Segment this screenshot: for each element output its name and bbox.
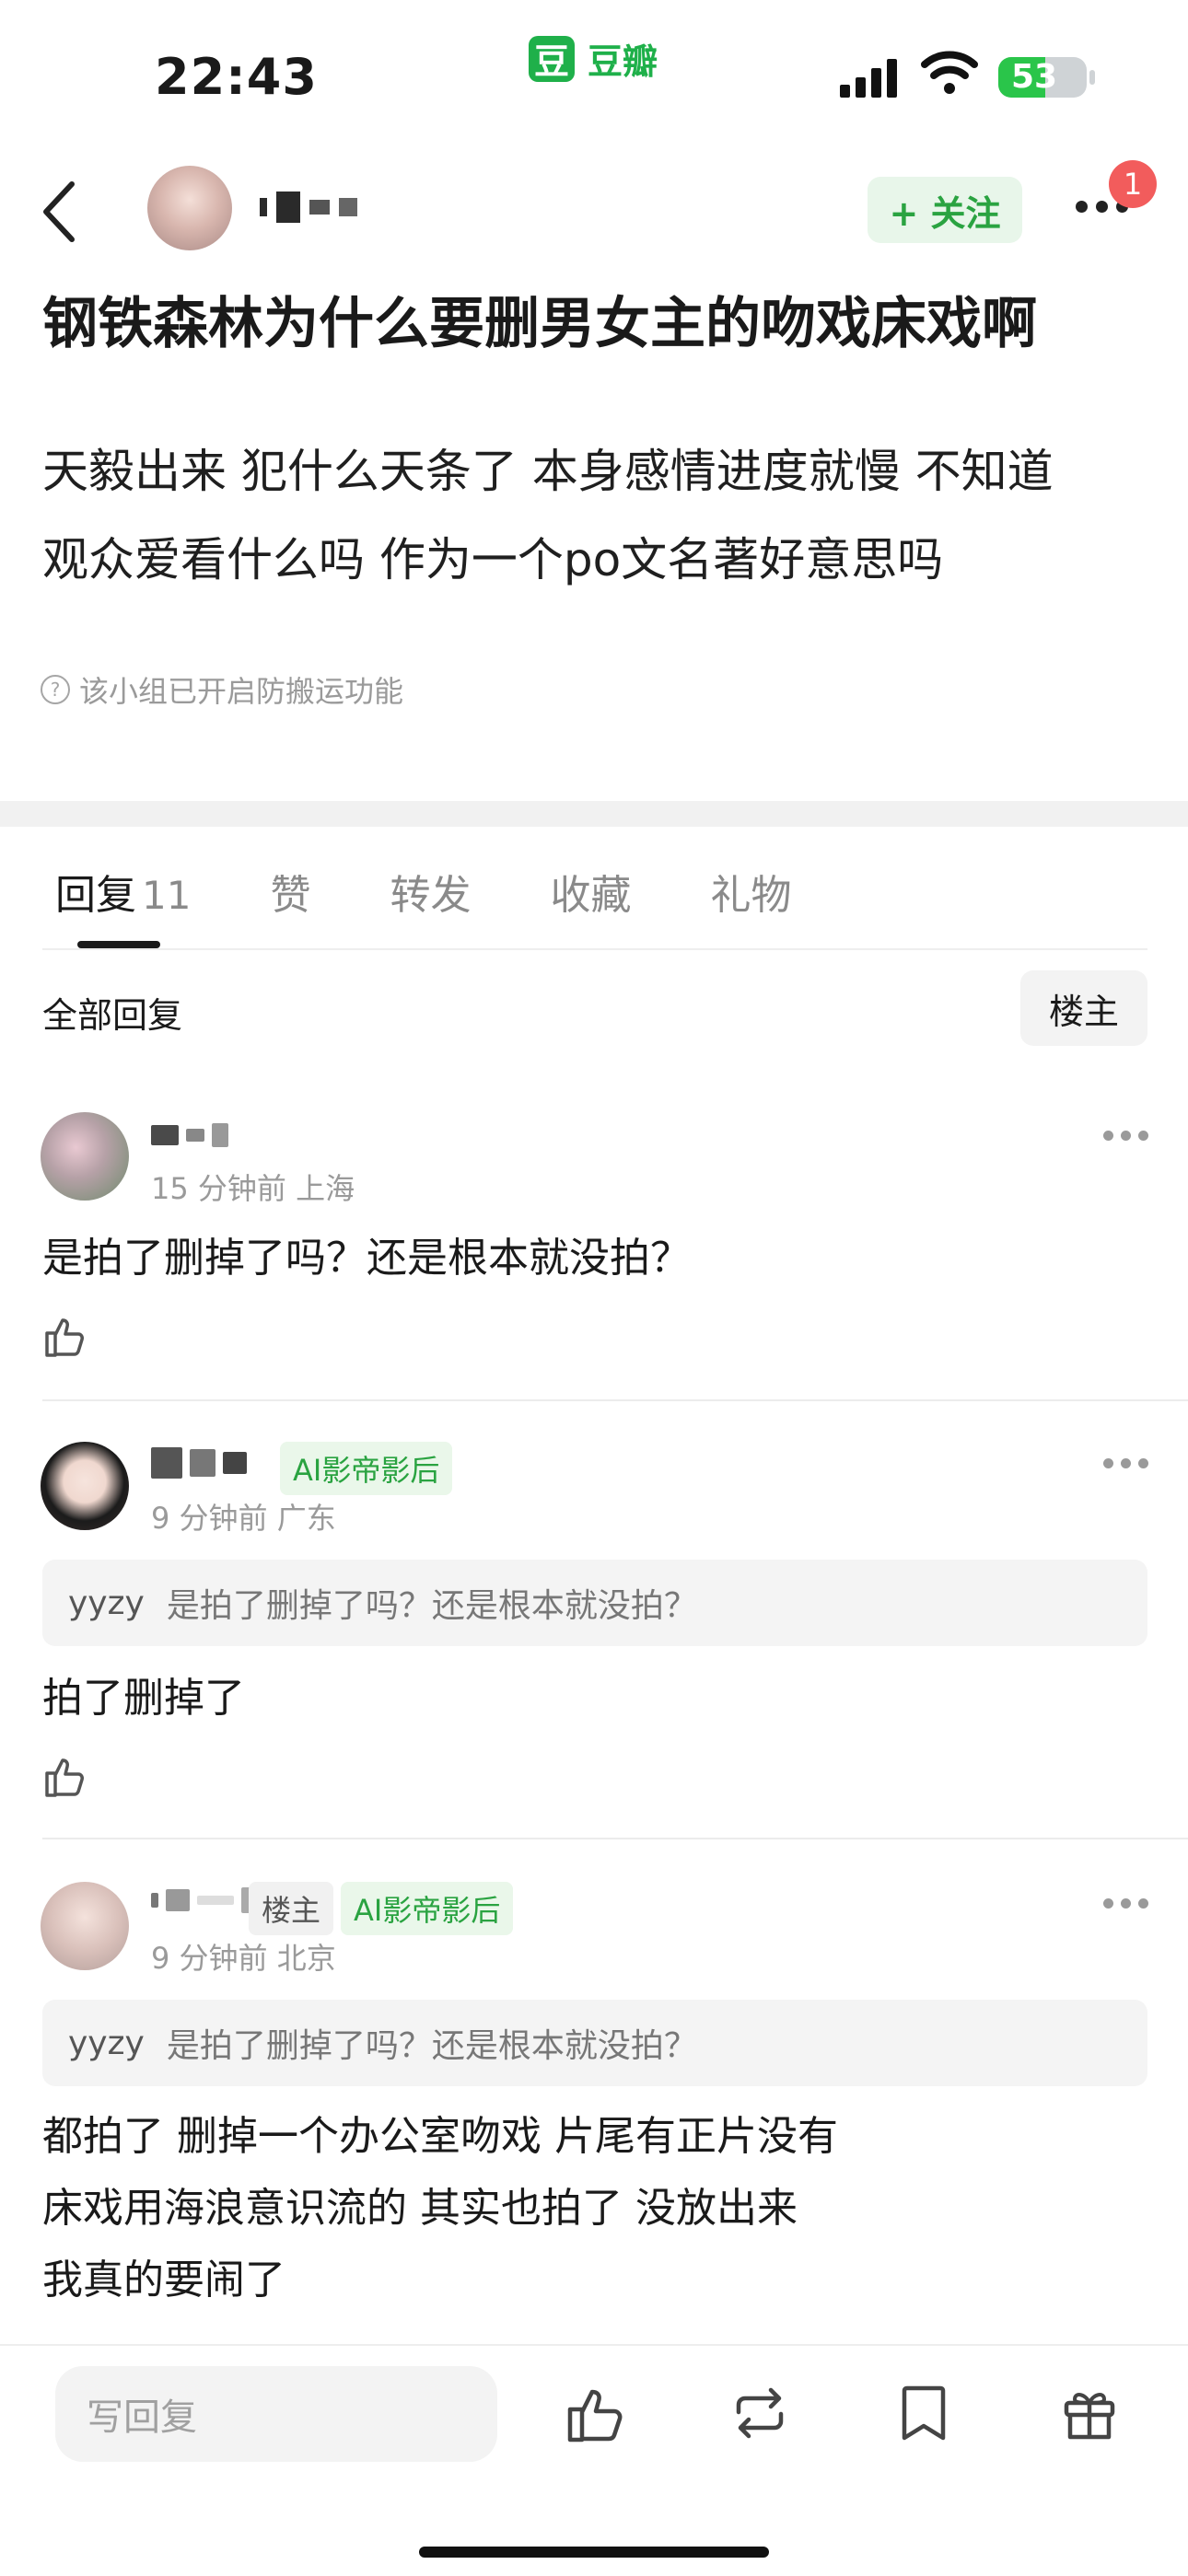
- comment-text: 我真的要闹了: [42, 2257, 285, 2303]
- cellular-signal-icon: [840, 57, 897, 98]
- comment-more-icon[interactable]: [1103, 1898, 1148, 1909]
- tab-count: 11: [142, 873, 192, 918]
- comment-meta: 9 分钟前 广东: [151, 1501, 336, 1536]
- like-icon[interactable]: [42, 1313, 88, 1359]
- post-body: 天毅出来 犯什么天条了 本身感情进度就慢 不知道 观众爱看什么吗 作为一个po文…: [42, 427, 1157, 604]
- home-indicator: [419, 2547, 769, 2558]
- wifi-icon: [921, 51, 978, 94]
- active-tab-indicator: [77, 941, 160, 948]
- reply-input[interactable]: 写回复: [55, 2366, 497, 2462]
- post-body-line: 观众爱看什么吗 作为一个po文名著好意思吗: [42, 533, 944, 586]
- tab-replies[interactable]: 回复 11: [55, 862, 191, 921]
- tab-collections[interactable]: 收藏: [550, 862, 631, 921]
- anti-repost-notice: ? 该小组已开启防搬运功能: [41, 668, 403, 711]
- douban-logo-icon: 豆: [529, 35, 575, 82]
- comment-text: 床戏用海浪意识流的 其实也拍了 没放出来: [42, 2185, 798, 2232]
- like-icon[interactable]: [564, 2381, 628, 2445]
- op-only-filter-button[interactable]: 楼主: [1020, 970, 1147, 1046]
- post-title: 钢铁森林为什么要删男女主的吻戏床戏啊: [42, 292, 1037, 356]
- comment-text: 都拍了 删掉一个办公室吻戏 片尾有正片没有: [42, 2113, 838, 2160]
- commenter-avatar[interactable]: [41, 1882, 129, 1970]
- comment-meta: 15 分钟前 上海: [151, 1171, 355, 1206]
- gift-icon[interactable]: [1057, 2381, 1122, 2445]
- comment-text: 是拍了删掉了吗？还是根本就没拍？: [42, 1235, 691, 1282]
- comment-more-icon[interactable]: [1103, 1458, 1148, 1468]
- battery-tip: [1089, 70, 1095, 85]
- battery-percent: 53: [1010, 58, 1058, 96]
- tab-reposts[interactable]: 转发: [390, 862, 471, 921]
- quoted-text: 是拍了删掉了吗？还是根本就没拍？: [166, 1587, 697, 1625]
- comment-meta: 9 分钟前 北京: [151, 1941, 336, 1976]
- battery-icon: 53: [998, 57, 1087, 98]
- tab-likes[interactable]: 赞: [270, 862, 310, 921]
- section-separator: [0, 801, 1188, 827]
- quoted-author: yyzy: [68, 1584, 145, 1622]
- commenter-avatar[interactable]: [41, 1442, 129, 1530]
- follow-button[interactable]: + 关注: [868, 177, 1022, 243]
- quoted-author: yyzy: [68, 2024, 145, 2062]
- app-name: 豆瓣: [588, 41, 658, 82]
- repost-icon[interactable]: [728, 2381, 792, 2445]
- commenter-name-redacted[interactable]: [151, 1447, 247, 1479]
- quoted-reply[interactable]: yyzy 是拍了删掉了吗？还是根本就没拍？: [42, 1560, 1147, 1646]
- status-time: 22:43: [155, 48, 318, 106]
- app-indicator: 豆 豆瓣: [529, 33, 658, 84]
- op-badge: 楼主: [249, 1882, 334, 1935]
- author-avatar[interactable]: [147, 166, 232, 250]
- question-icon: ?: [41, 675, 70, 704]
- notice-text: 该小组已开启防搬运功能: [79, 674, 404, 709]
- commenter-avatar[interactable]: [41, 1112, 129, 1201]
- comment-divider: [42, 1838, 1188, 1839]
- commenter-name-redacted[interactable]: [151, 1887, 252, 1913]
- tab-label: 回复: [55, 872, 136, 919]
- bookmark-icon[interactable]: [891, 2381, 956, 2445]
- quoted-reply[interactable]: yyzy 是拍了删掉了吗？还是根本就没拍？: [42, 2000, 1147, 2086]
- tab-gifts[interactable]: 礼物: [710, 862, 791, 921]
- comment-more-icon[interactable]: [1103, 1131, 1148, 1141]
- post-tabs: 回复 11 赞 转发 收藏 礼物: [55, 862, 870, 921]
- comment-divider: [42, 1399, 1188, 1401]
- tabs-divider: [42, 948, 1147, 950]
- ai-badge: AI影帝影后: [280, 1442, 453, 1495]
- author-name-redacted[interactable]: [260, 191, 357, 223]
- like-icon[interactable]: [42, 1753, 88, 1799]
- back-icon[interactable]: [37, 175, 83, 249]
- commenter-name-redacted[interactable]: [151, 1123, 228, 1147]
- notification-badge: 1: [1109, 160, 1157, 208]
- ai-badge: AI影帝影后: [341, 1882, 514, 1935]
- post-body-line: 天毅出来 犯什么天条了 本身感情进度就慢 不知道: [42, 445, 1054, 498]
- comment-text: 拍了删掉了: [42, 1675, 245, 1722]
- all-replies-label: 全部回复: [42, 995, 183, 1036]
- quoted-text: 是拍了删掉了吗？还是根本就没拍？: [166, 2027, 697, 2065]
